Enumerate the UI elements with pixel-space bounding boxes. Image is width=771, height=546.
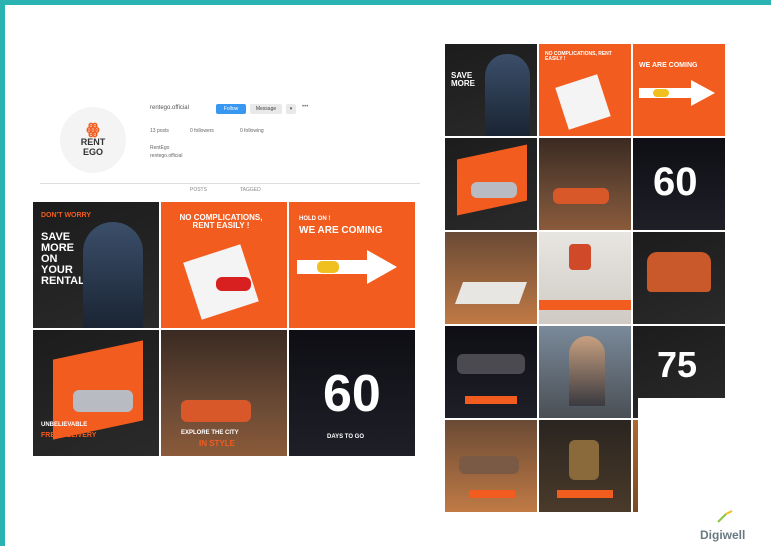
post-subtitle: SAVE MORE ON YOUR RENTAL	[41, 231, 85, 287]
caption-strip	[557, 490, 613, 498]
car-rear-image	[647, 252, 711, 292]
bio-name: RentEgo	[150, 145, 170, 151]
person-image	[83, 222, 143, 328]
brand-logo: Digiwell	[700, 528, 746, 542]
post-tile[interactable]: DON'T WORRY SAVE MORE ON YOUR RENTAL	[33, 202, 159, 328]
posts-count[interactable]: 13 posts	[150, 128, 169, 134]
top-border	[0, 0, 771, 5]
car-image	[216, 277, 251, 291]
caption-strip	[469, 490, 515, 498]
bio-link[interactable]: rentego.official	[150, 153, 182, 159]
car-image	[553, 188, 609, 204]
post-title: DON'T WORRY	[41, 212, 92, 219]
post-title: EXPLORE THE CITY	[181, 430, 239, 436]
document-image	[555, 74, 611, 130]
caption-strip	[539, 300, 631, 310]
posts-grid-profile: DON'T WORRY SAVE MORE ON YOUR RENTAL NO …	[33, 202, 415, 456]
post-tile[interactable]	[445, 326, 537, 418]
person-image	[485, 54, 530, 136]
post-subtitle: WE ARE COMING	[299, 225, 383, 236]
post-tile[interactable]: 60 DAYS TO GO	[289, 330, 415, 456]
car-image	[459, 456, 519, 474]
post-tile[interactable]	[445, 420, 537, 512]
caption-strip	[465, 396, 517, 404]
post-title: HOLD ON !	[299, 216, 331, 222]
person-image	[569, 336, 605, 406]
avatar[interactable]: ꙮ RENT EGO	[60, 107, 126, 173]
phone-banner	[457, 144, 527, 216]
car-image	[73, 390, 133, 412]
keyfob-image	[569, 244, 591, 270]
post-tile[interactable]	[445, 138, 537, 230]
brand-logo-icon: ꙮ	[86, 121, 100, 138]
post-tile[interactable]: NO COMPLICATIONS, RENT EASILY !	[161, 202, 287, 328]
whitespace-panel	[638, 398, 771, 546]
post-subtitle: IN STYLE	[199, 439, 236, 448]
car-image	[471, 182, 517, 198]
menu-dots-icon[interactable]: •••	[302, 104, 308, 110]
post-tile[interactable]: 60	[633, 138, 725, 230]
post-title: NO COMPLICATIONS, RENT EASILY !	[545, 51, 612, 62]
profile-header: ꙮ RENT EGO rentego.official Follow Messa…	[40, 95, 420, 195]
profile-handle: rentego.official	[150, 105, 189, 111]
post-tile[interactable]	[539, 232, 631, 324]
countdown-number: 60	[323, 365, 381, 423]
post-tile[interactable]	[539, 138, 631, 230]
following-count[interactable]: 0 following	[240, 128, 264, 134]
arrow-icon	[297, 250, 397, 284]
avatar-logo-sub: EGO	[82, 147, 103, 157]
post-tile[interactable]: WE ARE COMING	[633, 44, 725, 136]
tab-posts[interactable]: POSTS	[190, 187, 207, 193]
followers-count[interactable]: 0 followers	[190, 128, 214, 134]
post-title: SAVE MORE	[451, 71, 475, 88]
avatar-logo-text: RENT	[80, 137, 106, 147]
post-tile[interactable]: NO COMPLICATIONS, RENT EASILY !	[539, 44, 631, 136]
car-image	[457, 354, 525, 374]
post-tile[interactable]	[539, 326, 631, 418]
post-tile[interactable]: SAVE MORE	[445, 44, 537, 136]
platform-image	[454, 282, 528, 304]
post-subtitle: DAYS TO GO	[327, 434, 365, 440]
tab-tagged[interactable]: TAGGED	[240, 187, 261, 193]
post-title: NO COMPLICATIONS, RENT EASILY !	[179, 213, 263, 230]
post-tile[interactable]	[633, 232, 725, 324]
car-image	[181, 400, 251, 422]
message-button[interactable]: Message	[250, 104, 282, 114]
post-title: WE ARE COMING	[639, 62, 698, 69]
arrow-icon	[639, 80, 715, 106]
post-subtitle: FREE DELIVERY	[41, 432, 97, 439]
spark-icon	[717, 510, 733, 523]
post-title: UNBELIEVABLE	[41, 422, 88, 428]
post-tile[interactable]	[445, 232, 537, 324]
profile-tabs: POSTS TAGGED	[40, 183, 420, 193]
post-tile[interactable]: UNBELIEVABLE FREE DELIVERY	[33, 330, 159, 456]
post-tile[interactable]: HOLD ON ! WE ARE COMING	[289, 202, 415, 328]
left-border	[0, 0, 5, 546]
post-tile[interactable]	[539, 420, 631, 512]
countdown-number: 60	[653, 160, 698, 204]
follow-button[interactable]: Follow	[216, 104, 246, 114]
post-tile[interactable]: EXPLORE THE CITY IN STYLE	[161, 330, 287, 456]
countdown-number: 75	[657, 344, 698, 385]
hand-keys-image	[569, 440, 599, 480]
more-options-button[interactable]: ▾	[286, 104, 296, 114]
